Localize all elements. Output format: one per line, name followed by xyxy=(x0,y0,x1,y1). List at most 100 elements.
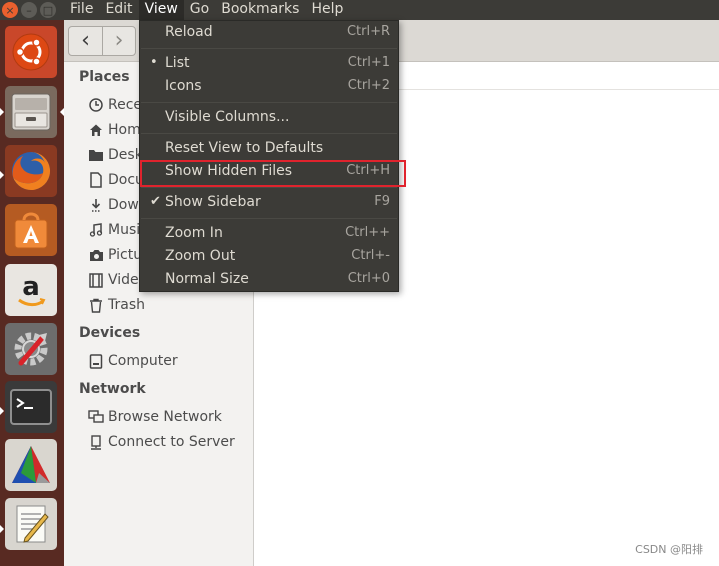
checkmark-icon: ✔ xyxy=(150,194,161,209)
view-menu-dropdown: Reload Ctrl+R • List Ctrl+1 Icons Ctrl+2… xyxy=(139,20,406,292)
home-icon xyxy=(87,121,105,139)
sidebar-item-label: Rece xyxy=(108,97,143,113)
menu-bookmarks[interactable]: Bookmarks xyxy=(215,0,305,20)
menu-item-label: Reload xyxy=(165,24,213,40)
menu-separator xyxy=(141,187,397,188)
menu-item-reload[interactable]: Reload Ctrl+R xyxy=(140,22,398,45)
launcher-text-editor[interactable] xyxy=(5,498,57,550)
menu-item-shortcut: F9 xyxy=(374,194,390,209)
menu-item-label: Icons xyxy=(165,78,202,94)
menu-item-zoom-in[interactable]: Zoom In Ctrl++ xyxy=(140,223,398,246)
menu-item-icons[interactable]: Icons Ctrl+2 xyxy=(140,76,398,99)
sidebar-item-documents[interactable]: Docu xyxy=(87,169,144,191)
running-indicator xyxy=(0,108,4,116)
launcher-files[interactable] xyxy=(5,86,57,138)
network-heading: Network xyxy=(79,381,146,397)
sidebar-item-label: Pictu xyxy=(108,247,143,263)
menu-item-label: Zoom In xyxy=(165,225,223,241)
sidebar-item-connect-server[interactable]: Connect to Server xyxy=(87,431,235,453)
sidebar-item-label: Connect to Server xyxy=(108,434,235,450)
menu-item-reset-view[interactable]: Reset View to Defaults xyxy=(140,138,398,161)
system-settings-icon xyxy=(14,332,48,366)
menu-separator xyxy=(141,48,397,49)
sidebar-item-label: Vide xyxy=(108,272,139,288)
software-center-icon xyxy=(14,212,48,249)
trash-icon xyxy=(87,296,105,314)
menu-item-label: Show Sidebar xyxy=(165,194,261,210)
menu-item-show-sidebar[interactable]: ✔ Show Sidebar F9 xyxy=(140,192,398,215)
terminal-icon xyxy=(10,389,52,425)
sidebar-item-computer[interactable]: Computer xyxy=(87,350,178,372)
menu-go[interactable]: Go xyxy=(184,0,215,20)
sidebar-item-music[interactable]: Musi xyxy=(87,219,140,241)
menu-item-shortcut: Ctrl+2 xyxy=(347,78,390,93)
sidebar-item-recent[interactable]: Rece xyxy=(87,94,142,116)
window-controls: × – □ xyxy=(2,1,56,19)
launcher-amazon[interactable]: a xyxy=(5,264,57,316)
menu-separator xyxy=(141,218,397,219)
menu-item-zoom-out[interactable]: Zoom Out Ctrl+- xyxy=(140,246,398,269)
top-menubar: × – □ File Edit View Go Bookmarks Help xyxy=(0,0,719,20)
sidebar-item-pictures[interactable]: Pictu xyxy=(87,244,142,266)
back-button[interactable]: ‹ xyxy=(69,27,102,55)
menu-view[interactable]: View xyxy=(138,0,184,20)
forward-button[interactable]: › xyxy=(101,27,135,55)
menu-item-shortcut: Ctrl++ xyxy=(345,225,390,240)
maximize-window-button[interactable]: □ xyxy=(40,2,56,18)
menu-separator xyxy=(141,133,397,134)
menu-file[interactable]: File xyxy=(64,0,99,20)
sidebar-item-label: Musi xyxy=(108,222,141,238)
menu-item-shortcut: Ctrl+- xyxy=(351,248,390,263)
firefox-icon xyxy=(12,151,51,190)
sidebar-item-label: Trash xyxy=(108,297,145,313)
desktop-icon xyxy=(87,146,105,164)
running-indicator xyxy=(0,407,4,415)
sidebar-item-home[interactable]: Hom xyxy=(87,119,141,141)
sidebar-item-label: Hom xyxy=(108,122,141,138)
chevron-left-icon: ‹ xyxy=(81,28,90,53)
sidebar-item-trash[interactable]: Trash xyxy=(87,294,145,316)
devices-heading: Devices xyxy=(79,325,141,341)
menu-item-list[interactable]: • List Ctrl+1 xyxy=(140,53,398,76)
files-icon xyxy=(11,93,51,131)
navigation-buttons: ‹ › xyxy=(68,26,136,56)
menu-item-visible-columns[interactable]: Visible Columns... xyxy=(140,107,398,130)
menu-help[interactable]: Help xyxy=(305,0,349,20)
close-window-button[interactable]: × xyxy=(2,2,18,18)
ubuntu-dash-icon xyxy=(12,33,50,71)
menu-item-label: Zoom Out xyxy=(165,248,236,264)
close-icon: × xyxy=(5,3,15,17)
menu-edit[interactable]: Edit xyxy=(99,0,138,20)
menu-item-label: Normal Size xyxy=(165,271,249,287)
annotation-highlight-box xyxy=(140,160,406,187)
launcher-firefox[interactable] xyxy=(5,145,57,197)
minimize-window-button[interactable]: – xyxy=(21,2,37,18)
server-icon xyxy=(87,433,105,451)
amazon-icon: a xyxy=(18,272,46,307)
launcher-terminal[interactable] xyxy=(5,381,57,433)
menu-item-label: Reset View to Defaults xyxy=(165,140,324,156)
launcher-system-settings[interactable] xyxy=(5,323,57,375)
sidebar-item-label: Computer xyxy=(108,353,178,369)
launcher-software-center[interactable] xyxy=(5,204,57,256)
documents-icon xyxy=(87,171,105,189)
sidebar-item-desktop[interactable]: Desk xyxy=(87,144,143,166)
minimize-icon: – xyxy=(26,3,32,17)
downloads-icon xyxy=(87,196,105,214)
menu-item-label: Visible Columns... xyxy=(165,109,290,125)
places-heading: Places xyxy=(79,69,130,85)
sidebar-item-label: Dowi xyxy=(108,197,143,213)
sidebar-item-browse-network[interactable]: Browse Network xyxy=(87,406,222,428)
launcher-cmake[interactable] xyxy=(5,439,57,491)
sidebar-item-videos[interactable]: Vide xyxy=(87,269,139,291)
sidebar-item-label: Browse Network xyxy=(108,409,222,425)
sidebar-item-downloads[interactable]: Dowi xyxy=(87,194,143,216)
maximize-icon: □ xyxy=(42,3,54,17)
pictures-icon xyxy=(87,246,105,264)
menu-item-shortcut: Ctrl+1 xyxy=(347,55,390,70)
drive-icon xyxy=(87,352,105,370)
launcher-ubuntu-dash[interactable] xyxy=(5,26,57,78)
svg-text:a: a xyxy=(22,272,40,302)
network-icon xyxy=(87,408,105,426)
menu-item-normal-size[interactable]: Normal Size Ctrl+0 xyxy=(140,269,398,292)
